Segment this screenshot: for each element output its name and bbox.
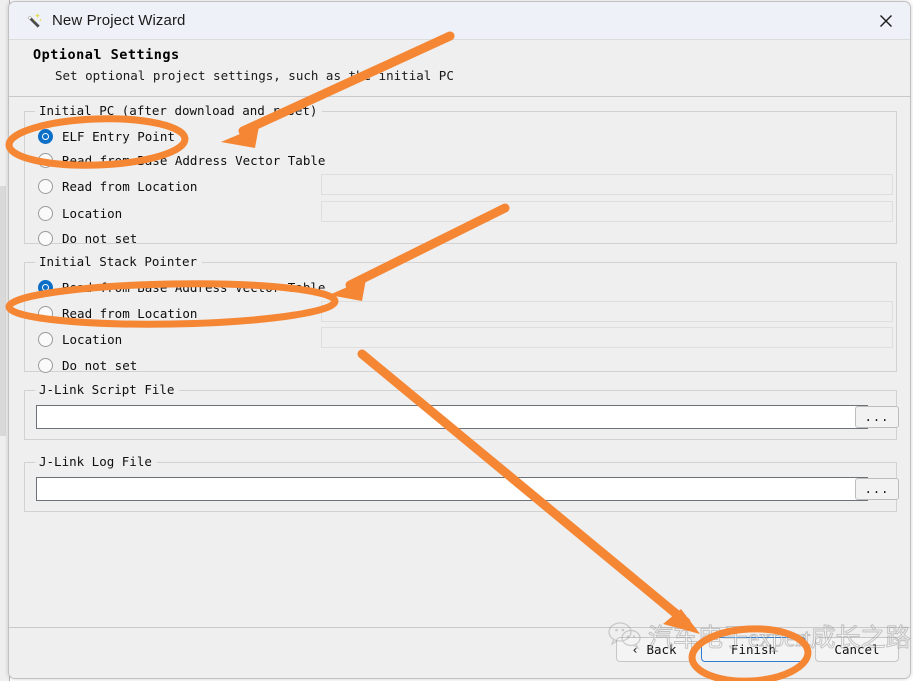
new-project-wizard-dialog: New Project Wizard Optional Settings Set…	[8, 1, 911, 679]
radio-label: Read from Base Address Vector Table	[62, 152, 326, 168]
group-jlink-script-file: J-Link Script File ...	[24, 382, 899, 440]
radio-label: Do not set	[62, 230, 138, 246]
page-title: Optional Settings	[33, 47, 180, 63]
radio-sp-read-from-location[interactable]: Read from Location	[38, 302, 197, 324]
radio-pc-location[interactable]: Location	[38, 202, 122, 224]
input-pc-location[interactable]	[321, 201, 893, 222]
radio-sp-read-from-base-address-vector-table[interactable]: Read from Base Address Vector Table	[38, 276, 325, 298]
radio-indicator[interactable]	[38, 305, 53, 321]
browse-jlink-script-file-button[interactable]: ...	[855, 406, 899, 428]
group-initial-stack-pointer: Initial Stack Pointer Read from Base Add…	[24, 254, 897, 373]
input-sp-location[interactable]	[321, 327, 893, 348]
dialog-body: Initial PC (after download and reset) EL…	[9, 97, 910, 627]
group-jlink-log-file-legend: J-Link Log File	[35, 454, 157, 469]
radio-label: Location	[62, 331, 123, 347]
background-window-shadow	[0, 186, 6, 436]
radio-label: Location	[62, 205, 123, 221]
radio-sp-location[interactable]: Location	[38, 328, 122, 350]
radio-label: ELF Entry Point	[62, 128, 175, 144]
browse-jlink-log-file-button[interactable]: ...	[855, 478, 899, 500]
finish-button[interactable]: Finish	[701, 637, 806, 662]
radio-indicator[interactable]	[38, 357, 53, 373]
magic-wand-icon	[27, 12, 42, 28]
dialog-footer: ‹ Back Finish Cancel	[9, 627, 910, 678]
group-jlink-log-file: J-Link Log File ...	[24, 454, 899, 512]
close-icon	[880, 14, 892, 27]
cancel-button[interactable]: Cancel	[815, 637, 899, 662]
input-pc-read-from-location[interactable]	[321, 174, 893, 195]
finish-button-label: Finish	[730, 642, 777, 657]
radio-indicator[interactable]	[38, 279, 53, 295]
radio-label: Read from Location	[62, 178, 198, 194]
titlebar: New Project Wizard	[9, 2, 910, 40]
group-jlink-script-file-legend: J-Link Script File	[35, 382, 180, 397]
group-initial-pc: Initial PC (after download and reset) EL…	[24, 103, 897, 246]
radio-label: Read from Base Address Vector Table	[62, 279, 326, 295]
group-initial-stack-pointer-legend: Initial Stack Pointer	[35, 254, 203, 269]
back-button-label: ‹ Back	[631, 642, 677, 657]
window-title: New Project Wizard	[52, 12, 186, 29]
input-sp-read-from-location[interactable]	[321, 301, 893, 322]
cancel-button-label: Cancel	[834, 642, 880, 657]
page-subtitle: Set optional project settings, such as t…	[55, 68, 454, 83]
screenshot-root: New Project Wizard Optional Settings Set…	[0, 0, 913, 681]
input-jlink-script-file[interactable]	[36, 405, 868, 429]
header-block: Optional Settings Set optional project s…	[9, 40, 910, 97]
back-button[interactable]: ‹ Back	[616, 637, 692, 662]
input-jlink-log-file[interactable]	[36, 477, 868, 501]
close-button[interactable]	[862, 2, 910, 39]
radio-indicator[interactable]	[38, 230, 53, 246]
radio-sp-do-not-set[interactable]: Do not set	[38, 354, 137, 376]
radio-label: Read from Location	[62, 305, 198, 321]
radio-indicator[interactable]	[38, 178, 53, 194]
browse-label: ...	[864, 482, 890, 496]
radio-pc-do-not-set[interactable]: Do not set	[38, 227, 137, 249]
radio-label: Do not set	[62, 357, 138, 373]
radio-pc-read-from-base-address-vector-table[interactable]: Read from Base Address Vector Table	[38, 149, 325, 171]
radio-indicator[interactable]	[38, 128, 53, 144]
radio-indicator[interactable]	[38, 205, 53, 221]
radio-indicator[interactable]	[38, 152, 53, 168]
radio-elf-entry-point[interactable]: ELF Entry Point	[38, 125, 175, 147]
radio-pc-read-from-location[interactable]: Read from Location	[38, 175, 197, 197]
browse-label: ...	[864, 410, 890, 424]
radio-indicator[interactable]	[38, 331, 53, 347]
group-initial-pc-legend: Initial PC (after download and reset)	[35, 103, 323, 118]
